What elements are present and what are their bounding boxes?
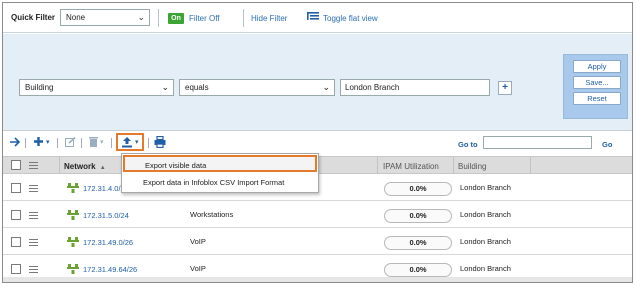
network-icon xyxy=(67,264,79,274)
building-cell: London Branch xyxy=(460,264,511,273)
flat-view-icon[interactable] xyxy=(307,12,319,22)
utilization-badge: 0.0% xyxy=(384,236,452,250)
add-dropdown-caret-icon[interactable]: ▾ xyxy=(46,138,50,146)
add-icon[interactable] xyxy=(33,136,44,147)
chevron-down-icon: ⌄ xyxy=(322,82,330,92)
network-icon xyxy=(67,183,79,193)
network-link[interactable]: 172.31.49.64/26 xyxy=(83,265,137,274)
divider xyxy=(148,138,149,148)
sort-ascending-icon: ▲ xyxy=(99,165,106,171)
export-dropdown-caret-icon[interactable]: ▾ xyxy=(135,138,139,146)
column-header-building[interactable]: Building xyxy=(458,162,486,171)
divider xyxy=(243,9,244,27)
row-checkbox[interactable] xyxy=(11,237,21,247)
comment-cell: Workstations xyxy=(190,210,234,219)
filter-field-select[interactable]: Building ⌄ xyxy=(19,79,174,96)
filter-operator-select[interactable]: equals ⌄ xyxy=(179,79,335,96)
divider xyxy=(57,138,58,148)
comment-cell: VoIP xyxy=(190,264,206,273)
filter-value-text: London Branch xyxy=(345,83,400,92)
edit-icon[interactable] xyxy=(65,137,76,147)
delete-dropdown-caret-icon[interactable]: ▾ xyxy=(100,138,104,146)
column-header-network-label: Network xyxy=(64,162,96,171)
goto-label: Go to xyxy=(458,140,478,149)
network-link[interactable]: 172.31.5.0/24 xyxy=(83,211,129,220)
print-icon[interactable] xyxy=(154,136,166,148)
divider xyxy=(111,138,112,148)
network-icon xyxy=(67,237,79,247)
export-icon[interactable] xyxy=(121,136,133,148)
select-all-checkbox[interactable] xyxy=(11,160,21,170)
comment-cell: VoIP xyxy=(190,237,206,246)
grid-toolbar: ▾ ▾ ▾ Go to Go xyxy=(3,133,632,153)
apply-button[interactable]: Apply xyxy=(573,60,621,73)
utilization-badge: 0.0% xyxy=(384,182,452,196)
network-link[interactable]: 172.31.49.0/26 xyxy=(83,238,133,247)
add-filter-button[interactable]: + xyxy=(498,81,512,95)
filter-actions: Apply Save... Reset xyxy=(563,54,628,119)
grid-footer xyxy=(3,277,632,282)
utilization-badge: 0.0% xyxy=(384,209,452,223)
divider xyxy=(25,138,26,148)
column-header-network[interactable]: Network ▲ xyxy=(64,162,106,171)
save-button[interactable]: Save... xyxy=(573,76,621,89)
divider xyxy=(81,138,82,148)
row-menu-icon[interactable] xyxy=(29,162,38,169)
filter-value-input[interactable]: London Branch xyxy=(340,79,490,96)
toggle-flat-view-link[interactable]: Toggle flat view xyxy=(323,14,378,23)
app-frame: Quick Filter None ⌄ On Filter Off Hide F… xyxy=(2,2,633,283)
row-menu-icon[interactable] xyxy=(29,266,38,273)
go-button[interactable]: Go xyxy=(602,140,612,149)
row-checkbox[interactable] xyxy=(11,264,21,274)
chevron-down-icon: ⌄ xyxy=(137,12,145,22)
row-checkbox[interactable] xyxy=(11,210,21,220)
divider xyxy=(59,157,60,174)
building-cell: London Branch xyxy=(460,183,511,192)
row-menu-icon[interactable] xyxy=(29,185,38,192)
divider xyxy=(530,157,531,174)
table-row[interactable]: 172.31.5.0/24 Workstations 0.0% London B… xyxy=(3,202,632,228)
goto-input[interactable] xyxy=(483,136,592,149)
divider xyxy=(158,9,159,27)
filter-field-value: Building xyxy=(25,83,54,92)
quick-filter-bar: Quick Filter None ⌄ On Filter Off Hide F… xyxy=(3,3,632,33)
arrow-right-icon[interactable] xyxy=(9,137,21,147)
divider xyxy=(453,157,454,174)
quick-filter-label: Quick Filter xyxy=(11,13,56,22)
row-menu-icon[interactable] xyxy=(29,212,38,219)
reset-button[interactable]: Reset xyxy=(573,92,621,105)
filter-operator-value: equals xyxy=(185,83,209,92)
building-cell: London Branch xyxy=(460,210,511,219)
quick-filter-select[interactable]: None ⌄ xyxy=(60,9,150,26)
building-cell: London Branch xyxy=(460,237,511,246)
delete-icon[interactable] xyxy=(89,136,98,147)
quick-filter-value: None xyxy=(66,13,86,22)
filter-on-badge[interactable]: On xyxy=(168,13,184,24)
row-menu-icon[interactable] xyxy=(29,239,38,246)
row-checkbox[interactable] xyxy=(11,183,21,193)
divider xyxy=(377,157,378,174)
hide-filter-link[interactable]: Hide Filter xyxy=(251,14,287,23)
filter-panel: Building ⌄ equals ⌄ London Branch + Appl… xyxy=(3,34,632,131)
network-icon xyxy=(67,210,79,220)
export-menu: Export visible data Export data in Infob… xyxy=(121,153,319,193)
table-row[interactable]: 172.31.49.0/26 VoIP 0.0% London Branch xyxy=(3,229,632,255)
network-link[interactable]: 172.31.4.0/2 xyxy=(83,184,125,193)
filter-off-link[interactable]: Filter Off xyxy=(189,14,220,23)
chevron-down-icon: ⌄ xyxy=(161,82,169,92)
menu-item-export-csv-import-format[interactable]: Export data in Infoblox CSV Import Forma… xyxy=(123,174,317,191)
column-header-ipam-utilization[interactable]: IPAM Utilization xyxy=(383,162,439,171)
menu-item-export-visible-data[interactable]: Export visible data xyxy=(123,155,317,172)
utilization-badge: 0.0% xyxy=(384,263,452,277)
